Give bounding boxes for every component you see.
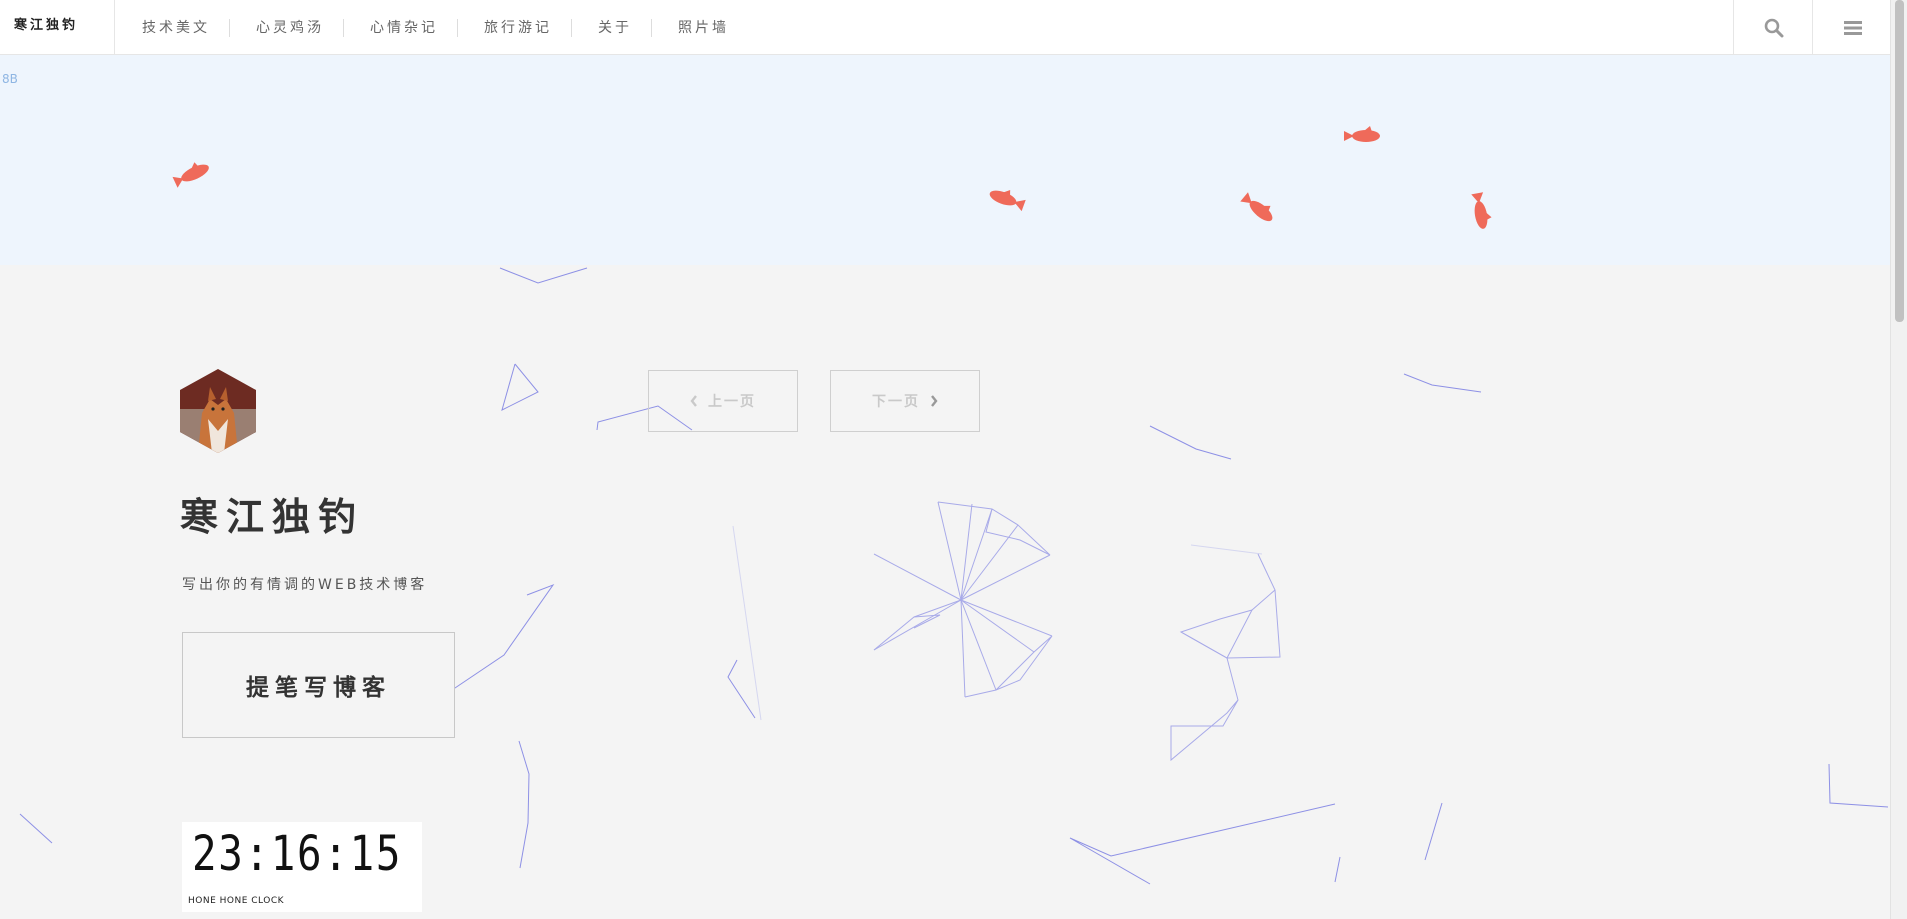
koi-fish-icon [172, 162, 209, 188]
nav-item-mood-notes[interactable]: 心情杂记 [343, 18, 457, 37]
nav-item-travel-notes[interactable]: 旅行游记 [457, 18, 571, 37]
nav-item-tech-articles[interactable]: 技术美文 [115, 19, 229, 37]
koi-fish-icon [989, 189, 1026, 212]
koi-fish-icon [1471, 192, 1492, 229]
top-navigation-bar: 寒江独钓 技术美文 心灵鸡汤 心情杂记 旅行游记 关于 照片墙 [0, 0, 1890, 55]
koi-fish-icon [1344, 126, 1380, 142]
write-blog-button[interactable]: 提笔写博客 [182, 632, 455, 738]
koi-fish-group [172, 126, 1492, 229]
avatar[interactable] [180, 369, 256, 453]
search-icon [1764, 18, 1783, 37]
main-menu: 技术美文 心灵鸡汤 心情杂记 旅行游记 关于 照片墙 [115, 0, 748, 55]
page-scrollbar[interactable] [1890, 0, 1907, 919]
next-page-label: 下一页 [872, 394, 920, 410]
koi-fish-icon [1240, 192, 1273, 222]
prev-page-button[interactable]: 上一页 [648, 370, 798, 432]
hone-hone-clock-widget: 23:16:15 HONE HONE CLOCK [182, 822, 422, 912]
chevron-left-icon [690, 395, 697, 407]
chevron-right-icon [931, 395, 938, 407]
nav-item-photo-wall[interactable]: 照片墙 [651, 18, 748, 37]
koi-fish-banner: 8B [0, 55, 1890, 265]
fox-avatar-image [180, 369, 256, 453]
site-title: 寒江独钓 [180, 495, 365, 539]
scrollbar-thumb[interactable] [1895, 0, 1904, 322]
search-button[interactable] [1733, 0, 1813, 55]
brand-logo-text[interactable]: 寒江独钓 [0, 0, 115, 55]
nav-item-soul-soup[interactable]: 心灵鸡汤 [229, 18, 343, 37]
menu-toggle-button[interactable] [1812, 0, 1892, 55]
clock-label: HONE HONE CLOCK [188, 896, 285, 906]
site-tagline: 写出你的有情调的WEB技术博客 [182, 577, 428, 593]
prev-page-label: 上一页 [708, 394, 756, 410]
nav-item-about[interactable]: 关于 [571, 18, 651, 37]
hamburger-menu-icon [1843, 20, 1862, 35]
clock-time: 23:16:15 [192, 826, 403, 882]
next-page-button[interactable]: 下一页 [830, 370, 980, 432]
